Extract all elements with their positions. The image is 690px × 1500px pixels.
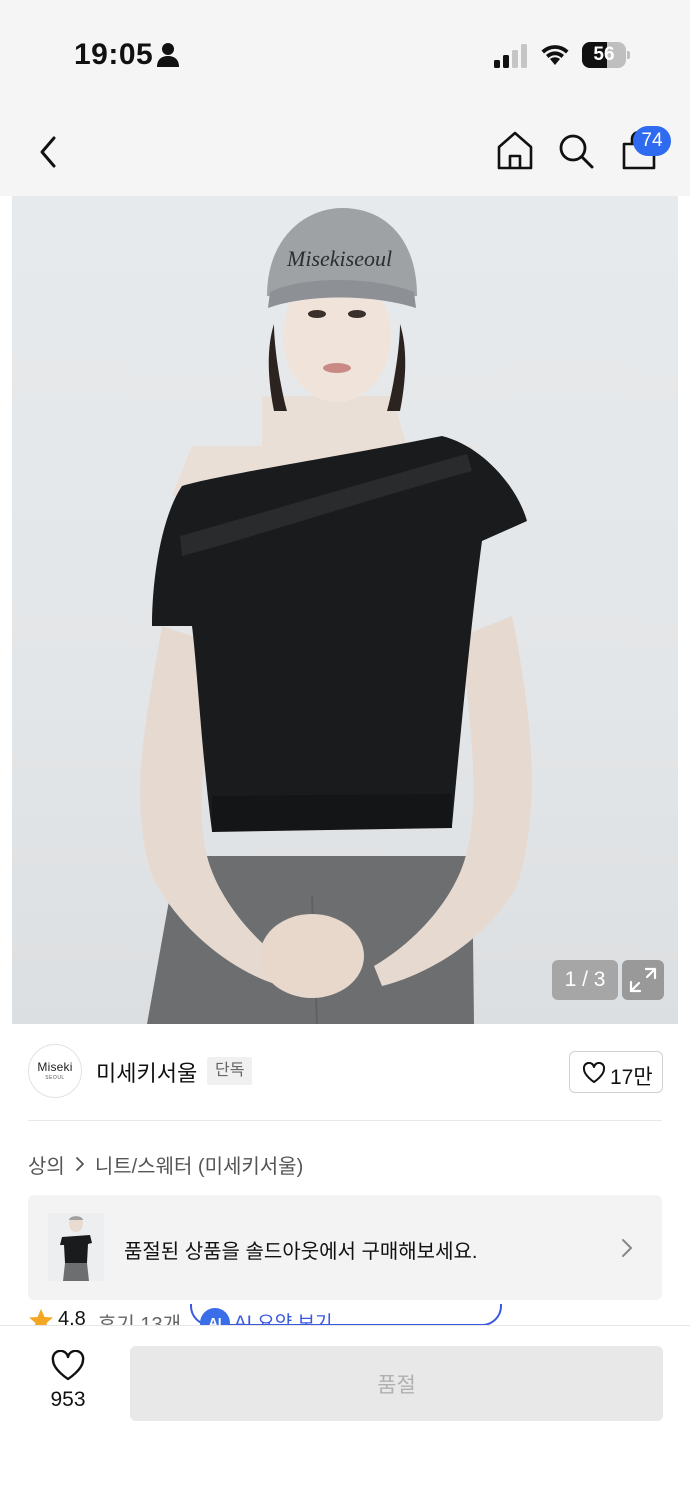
image-counter: 1 / 3 — [552, 960, 618, 1000]
review-count[interactable]: 후기 13개 — [98, 1308, 181, 1326]
status-time: 19:05 — [74, 38, 154, 71]
product-image[interactable]: Misekiseoul — [12, 196, 678, 1024]
cart-count-badge: 74 — [633, 126, 671, 156]
person-icon — [157, 43, 179, 67]
chevron-right-icon — [622, 1239, 632, 1257]
top-nav: 74 — [0, 110, 690, 196]
wish-count: 953 — [50, 1388, 86, 1411]
brand-name[interactable]: 미세키서울 — [96, 1056, 197, 1088]
battery-level: 56 — [593, 44, 615, 65]
brand-like-button[interactable]: 17만 — [569, 1051, 663, 1093]
heart-icon — [582, 1062, 606, 1083]
search-icon[interactable] — [556, 130, 596, 172]
breadcrumb: 상의 니트/스웨터 (미세키서울) — [28, 1150, 303, 1178]
battery-icon: 56 — [582, 42, 630, 68]
product-thumbnail — [48, 1213, 104, 1281]
brand-logo[interactable]: Miseki SEOUL — [28, 1044, 82, 1098]
home-icon[interactable] — [495, 130, 535, 172]
back-icon[interactable] — [30, 132, 66, 172]
divider — [28, 1120, 662, 1121]
soldout-banner-text: 품절된 상품을 솔드아웃에서 구매해보세요. — [124, 1241, 478, 1263]
svg-text:Misekiseoul: Misekiseoul — [286, 246, 392, 271]
soldout-button: 품절 — [130, 1346, 663, 1421]
product-photo-illustration: Misekiseoul — [140, 208, 532, 1024]
chevron-right-icon — [75, 1157, 84, 1171]
heart-icon[interactable] — [50, 1350, 86, 1382]
soldout-banner[interactable]: 품절된 상품을 솔드아웃에서 구매해보세요. — [28, 1195, 662, 1300]
rating-value: 4.8 — [58, 1308, 86, 1326]
brand-logo-subtext: SEOUL — [45, 1075, 65, 1081]
review-row: 4.8 후기 13개 AI AI 요약 보기 — [28, 1304, 662, 1326]
breadcrumb-item-subcategory[interactable]: 니트/스웨터 (미세키서울) — [95, 1150, 303, 1179]
status-bar: 19:05 56 — [0, 0, 690, 110]
exclusive-tag: 단독 — [207, 1057, 253, 1085]
brand-logo-text: Miseki — [37, 1060, 73, 1074]
brand-like-count: 17만 — [610, 1066, 653, 1089]
wifi-icon — [541, 45, 569, 65]
expand-icon[interactable] — [622, 960, 664, 1000]
star-icon — [29, 1309, 53, 1326]
signal-icon — [494, 44, 527, 68]
bottom-action-bar: 953 품절 — [0, 1325, 690, 1500]
breadcrumb-item-category[interactable]: 상의 — [28, 1150, 65, 1179]
ai-summary-button[interactable]: AI 요약 보기 — [234, 1308, 332, 1326]
